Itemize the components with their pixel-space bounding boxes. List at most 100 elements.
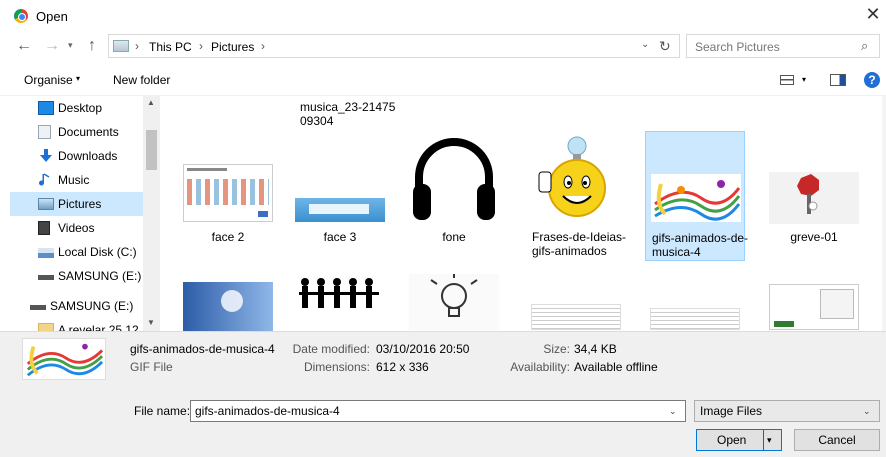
detail-file-type: GIF File — [130, 360, 173, 374]
chevron-down-icon[interactable]: ⌄ — [863, 406, 871, 417]
help-icon[interactable]: ? — [864, 72, 880, 88]
chevron-down-icon[interactable]: ⌄ — [641, 39, 649, 50]
file-name: fone — [442, 230, 466, 244]
file-item[interactable] — [645, 274, 745, 331]
file-item[interactable] — [404, 274, 504, 331]
file-name-label: File name: — [134, 404, 191, 418]
file-type-value[interactable]: Image Files — [700, 404, 762, 418]
sidebar-item-folder[interactable]: A revelar 25.12 — [10, 318, 144, 331]
folder-icon — [38, 323, 54, 331]
refresh-icon[interactable]: ↻ — [659, 38, 671, 55]
sidebar-item-music[interactable]: Music — [10, 168, 144, 192]
sidebar-item-documents[interactable]: Documents — [10, 120, 144, 144]
chevron-down-icon[interactable]: ▾ — [802, 75, 806, 84]
pictures-icon — [38, 198, 54, 210]
new-folder-button[interactable]: New folder — [113, 73, 170, 87]
lightbulb-sketch-image — [409, 274, 499, 330]
file-type-select[interactable]: Image Files ⌄ — [694, 400, 880, 422]
date-modified-value: 03/10/2016 20:50 — [376, 342, 470, 356]
usb-drive-icon — [30, 305, 46, 310]
breadcrumb-pictures[interactable]: Pictures — [211, 40, 254, 54]
search-icon[interactable]: ⌕ — [861, 38, 868, 54]
sidebar-item-label: SAMSUNG (E:) — [50, 299, 134, 313]
sidebar-item-label: Documents — [58, 125, 119, 139]
scroll-up-icon[interactable]: ▲ — [147, 98, 155, 107]
file-item[interactable] — [290, 274, 390, 331]
screenshot-thumb — [295, 198, 385, 222]
recent-locations-button[interactable]: ▾ — [68, 40, 73, 51]
file-item[interactable]: greve-01 — [764, 132, 864, 262]
sidebar-item-samsung-root[interactable]: SAMSUNG (E:) — [10, 294, 144, 318]
file-item[interactable] — [178, 274, 278, 331]
file-item[interactable]: face 3 — [290, 132, 390, 262]
organise-button[interactable]: Organise — [24, 73, 73, 87]
availability-value: Available offline — [574, 360, 658, 374]
title-bar: Open ✕ — [0, 0, 886, 32]
close-button[interactable]: ✕ — [862, 4, 884, 26]
breadcrumb-separator[interactable]: › — [135, 39, 139, 53]
file-name-value[interactable]: gifs-animados-de-musica-4 — [195, 404, 340, 418]
sidebar-item-label: Desktop — [58, 101, 103, 115]
sidebar-item-local-disk[interactable]: Local Disk (C:) — [10, 240, 144, 264]
sidebar-item-label: SAMSUNG (E:) — [58, 269, 142, 283]
change-view-icon[interactable] — [780, 75, 794, 85]
search-input[interactable]: Search Pictures ⌕ — [686, 34, 880, 58]
size-value: 34,4 KB — [574, 342, 617, 356]
document-thumb — [531, 304, 621, 330]
sidebar-item-desktop[interactable]: Desktop — [10, 96, 144, 120]
sidebar-item-pictures[interactable]: Pictures — [10, 192, 144, 216]
chevron-down-icon[interactable]: ▾ — [767, 435, 772, 446]
desktop-icon — [38, 101, 54, 115]
open-button-label[interactable]: Open — [717, 433, 746, 447]
drive-icon — [38, 248, 54, 258]
sidebar-item-samsung[interactable]: SAMSUNG (E:) — [10, 264, 144, 288]
chevron-down-icon[interactable]: ▾ — [76, 74, 80, 83]
file-item[interactable]: Frases-de-Ideias-gifs-animados — [526, 132, 626, 262]
dimensions-label: Dimensions: — [303, 360, 370, 374]
scroll-down-icon[interactable]: ▼ — [147, 318, 155, 327]
breadcrumb-separator[interactable]: › — [261, 39, 265, 53]
videos-icon — [38, 221, 50, 235]
up-button[interactable]: ↑ — [88, 37, 96, 55]
file-name: Frases-de-Ideias-gifs-animados — [532, 230, 627, 258]
file-item[interactable] — [526, 274, 626, 331]
preview-pane-icon[interactable] — [830, 74, 846, 86]
dialog-footer: File name: gifs-animados-de-musica-4 ⌄ I… — [0, 387, 886, 457]
pc-icon — [113, 40, 129, 52]
dimensions-value: 612 x 336 — [376, 360, 429, 374]
sidebar-item-videos[interactable]: Videos — [10, 216, 144, 240]
open-button[interactable]: Open ▾ — [696, 429, 782, 451]
sidebar-item-downloads[interactable]: Downloads — [10, 144, 144, 168]
sidebar-item-label: Local Disk (C:) — [58, 245, 137, 259]
file-item[interactable]: fone — [404, 132, 504, 262]
address-bar[interactable]: › This PC › Pictures › ⌄ ↻ — [108, 34, 680, 58]
scrollbar-thumb[interactable] — [146, 130, 157, 170]
file-list: musica_23-2147509304 face 2 face 3 fone — [160, 96, 886, 331]
screenshot-thumb — [769, 284, 859, 330]
facebook-banner-thumb — [183, 282, 273, 331]
cancel-button[interactable]: Cancel — [794, 429, 880, 451]
availability-label: Availability: — [510, 360, 570, 374]
sidebar-scrollbar[interactable]: ▲ ▼ — [143, 96, 160, 331]
back-button[interactable]: ← — [16, 38, 32, 54]
chrome-icon — [14, 9, 28, 23]
document-thumb — [650, 308, 740, 330]
breadcrumb-this-pc[interactable]: This PC — [149, 40, 192, 54]
search-placeholder: Search Pictures — [695, 40, 780, 54]
forward-button[interactable]: → — [44, 38, 60, 54]
chevron-down-icon[interactable]: ⌄ — [669, 406, 677, 417]
toolbar: Organise ▾ New folder ▾ ? — [0, 64, 886, 96]
file-item[interactable] — [764, 274, 864, 331]
music-notes-image — [651, 174, 741, 222]
file-name-input[interactable]: gifs-animados-de-musica-4 ⌄ — [190, 400, 686, 422]
sidebar-item-label: Downloads — [58, 149, 118, 163]
screenshot-thumb — [183, 164, 273, 222]
breadcrumb-separator[interactable]: › — [199, 39, 203, 53]
file-item[interactable]: face 2 — [178, 132, 278, 262]
size-label: Size: — [543, 342, 570, 356]
file-name[interactable]: musica_23-2147509304 — [300, 100, 400, 128]
headphones-image — [413, 138, 495, 220]
lightbulb-smiley-image — [538, 136, 606, 217]
file-item-selected[interactable]: gifs-animados-de-musica-4 — [645, 131, 748, 261]
file-list-scrollbar[interactable] — [882, 96, 886, 331]
